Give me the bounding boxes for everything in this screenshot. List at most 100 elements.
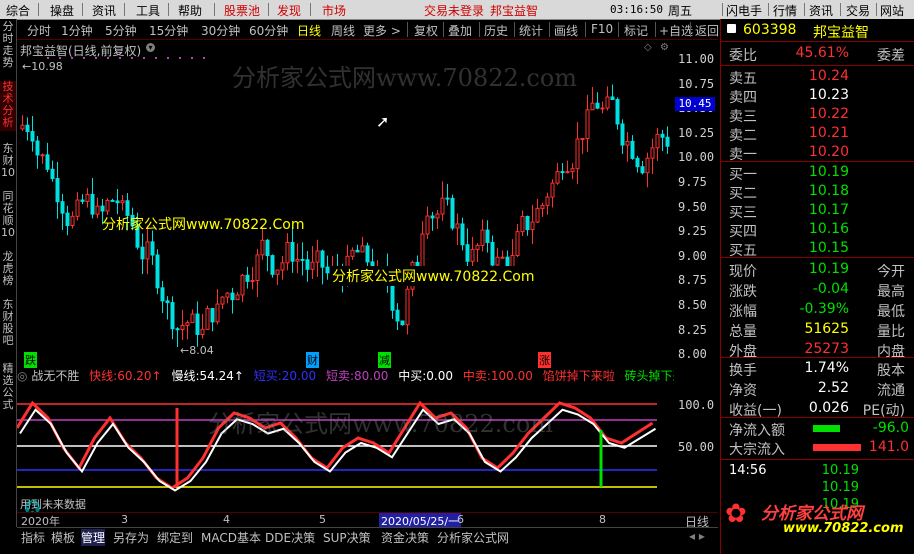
- menu-item-操盘[interactable]: 操盘: [50, 2, 74, 19]
- price-tick: 9.50: [678, 199, 707, 214]
- site-logo-icon: ✿: [725, 499, 747, 529]
- menu-item-综合[interactable]: 综合: [6, 2, 30, 19]
- price-tick: 11.00: [678, 52, 715, 66]
- watermark-yellow: 分析家公式网www.70822.Com: [102, 217, 305, 233]
- tab-technical-analysis[interactable]: 技术分析: [0, 81, 16, 131]
- menu-item-股票池[interactable]: 股票池: [224, 2, 260, 19]
- menubar-stock-name: 邦宝益智: [490, 4, 539, 18]
- trade-button[interactable]: 交易: [846, 2, 870, 19]
- stats-row: 收益(一) 0.026 PE(动): [729, 400, 905, 419]
- price-tick: 9.25: [678, 224, 707, 239]
- price-tick: 9.00: [678, 248, 707, 263]
- period-more[interactable]: 更多 >: [363, 22, 401, 39]
- price-tick: 8.00: [678, 347, 707, 362]
- tab-sup[interactable]: SUP决策: [323, 529, 371, 546]
- price-tick: 10.00: [678, 150, 715, 165]
- buy-row[interactable]: 买三 10.17: [729, 202, 909, 221]
- ind-tick-100: 100.0: [678, 398, 715, 412]
- low-label: ←8.04: [180, 344, 214, 357]
- period-daily[interactable]: 日线: [297, 22, 321, 39]
- period-30min[interactable]: 30分钟: [201, 22, 240, 39]
- settings-icon[interactable]: ⚙: [660, 42, 669, 53]
- restore-rights-button[interactable]: 复权: [414, 22, 438, 39]
- tab-save-as[interactable]: 另存为: [113, 529, 149, 546]
- news-button[interactable]: 资讯: [809, 2, 833, 19]
- buy-row[interactable]: 买二 10.18: [729, 183, 909, 202]
- diamond-icon[interactable]: ◇: [644, 42, 652, 53]
- tab-bind-to[interactable]: 绑定到: [157, 529, 193, 546]
- sell-row[interactable]: 卖一 10.20: [729, 144, 909, 163]
- flash-trade-button[interactable]: 闪电手: [726, 2, 762, 19]
- date-label: 6: [457, 513, 464, 526]
- tick-row: 14:56 10.19: [729, 463, 859, 478]
- buy-row[interactable]: 买一 10.19: [729, 164, 909, 183]
- tab-tonghuashun-10[interactable]: 同花顺10: [0, 191, 16, 245]
- price-tick: 8.75: [678, 273, 707, 288]
- date-label: 8: [599, 513, 606, 526]
- period-15min[interactable]: 15分钟: [149, 22, 188, 39]
- f10-button[interactable]: F10: [591, 22, 613, 36]
- stock-name: 邦宝益智: [813, 25, 869, 41]
- tab-manage[interactable]: 管理: [81, 529, 106, 546]
- chevron-down-icon[interactable]: ▾: [146, 43, 155, 52]
- tab-template[interactable]: 模板: [51, 529, 75, 546]
- buy-row[interactable]: 买四 10.16: [729, 221, 909, 240]
- flow-bar: [813, 444, 861, 451]
- menu-item-市场[interactable]: 市场: [322, 2, 346, 19]
- high-label: ←10.98: [22, 60, 63, 73]
- tab-longhubang[interactable]: 龙虎榜: [0, 251, 16, 291]
- sell-row[interactable]: 卖三 10.22: [729, 106, 909, 125]
- draw-line-button[interactable]: 画线: [554, 22, 578, 39]
- menu-item-发现[interactable]: 发现: [277, 2, 301, 19]
- date-label: 3: [121, 513, 128, 526]
- clock-time: 03:16:50: [610, 3, 663, 16]
- price-tick: 9.75: [678, 175, 707, 189]
- login-status[interactable]: 交易未登录: [424, 2, 484, 19]
- back-button[interactable]: 返回: [695, 22, 719, 39]
- period-60min[interactable]: 60分钟: [249, 22, 288, 39]
- add-favorite-button[interactable]: +自选: [659, 22, 693, 39]
- tab-formula-site[interactable]: 分析家公式网: [437, 529, 509, 546]
- price-tick: 8.50: [678, 298, 707, 312]
- sell-row[interactable]: 卖二 10.21: [729, 125, 909, 144]
- left-side-tabs: 分时走势 技术分析 东财10 同花顺10 龙虎榜 东财股吧 精选公式: [0, 19, 17, 527]
- quote-row: 涨跌 -0.04 最高: [729, 281, 905, 300]
- history-button[interactable]: 历史: [484, 22, 508, 39]
- statistics-button[interactable]: 统计: [519, 22, 543, 39]
- period-intraday[interactable]: 分时: [27, 22, 51, 39]
- period-weekly[interactable]: 周线: [331, 22, 355, 39]
- quote-row: 现价 10.19 今开: [729, 261, 905, 280]
- menu-item-帮助[interactable]: 帮助: [178, 2, 202, 19]
- tab-indicator[interactable]: 指标: [21, 529, 45, 546]
- buy-row[interactable]: 买五 10.15: [729, 240, 909, 259]
- quote-button[interactable]: 行情: [773, 2, 797, 19]
- sell-row[interactable]: 卖五 10.24: [729, 68, 909, 87]
- tab-intraday[interactable]: 分时走势: [0, 21, 16, 71]
- menu-item-资讯[interactable]: 资讯: [92, 2, 116, 19]
- weibi-row: 委比 45.61% 委差: [729, 45, 905, 64]
- period-1min[interactable]: 1分钟: [61, 22, 93, 39]
- indicator-chart[interactable]: [17, 368, 674, 512]
- website-button[interactable]: 网站: [880, 2, 904, 19]
- overlay-button[interactable]: 叠加: [448, 22, 472, 39]
- scroll-arrows-icon[interactable]: ◂ ▸: [689, 529, 705, 543]
- watermark-indicator: 分析家公式网www.70822.com: [208, 410, 554, 438]
- bottom-tabs: 指标 模板 管理 另存为 绑定到 MACD基本 DDE决策 SUP决策 资金决策…: [17, 527, 718, 546]
- tab-guba[interactable]: 东财股吧: [0, 299, 16, 351]
- tab-fund[interactable]: 资金决策: [381, 529, 429, 546]
- marker-die: 跌: [24, 352, 37, 368]
- price-tick: 8.25: [678, 322, 707, 337]
- candles-group: [20, 57, 670, 347]
- period-5min[interactable]: 5分钟: [105, 22, 137, 39]
- flow-row: 大宗流入 141.0: [729, 439, 909, 458]
- date-label: 5: [319, 513, 326, 526]
- quote-row: 总量 51625 量比: [729, 321, 905, 340]
- menu-item-工具[interactable]: 工具: [136, 2, 160, 19]
- tab-dde[interactable]: DDE决策: [265, 529, 315, 546]
- marker-jian: 减: [378, 352, 391, 368]
- tab-formula[interactable]: 精选公式: [0, 363, 16, 415]
- tab-dongcai-10[interactable]: 东财10: [0, 143, 16, 183]
- tab-macd[interactable]: MACD基本: [201, 529, 261, 546]
- sell-row[interactable]: 卖四 10.23: [729, 87, 909, 106]
- mark-button[interactable]: 标记: [624, 22, 648, 39]
